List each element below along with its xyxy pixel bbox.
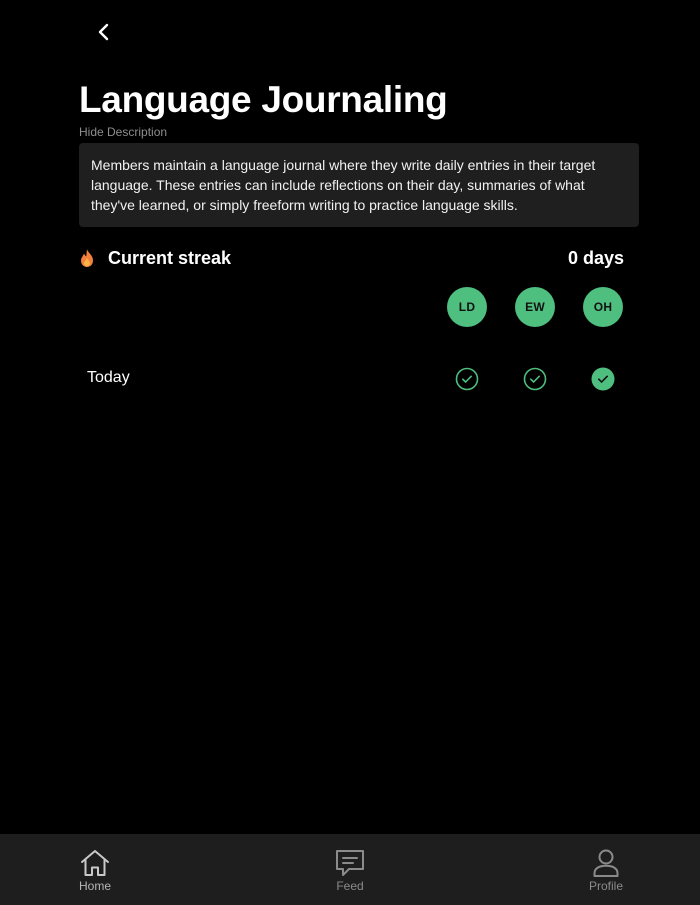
nav-label-home: Home <box>78 879 111 893</box>
page-title: Language Journaling <box>79 79 448 120</box>
streak-label-group: Current streak <box>79 246 231 270</box>
page: Language Journaling Hide Description Mem… <box>0 0 700 905</box>
day-label-today: Today <box>87 369 130 386</box>
check-outline-icon[interactable] <box>455 367 479 391</box>
back-button[interactable] <box>88 16 120 48</box>
check-outline-icon[interactable] <box>523 367 547 391</box>
nav-label-profile: Profile <box>588 879 623 893</box>
avatar-member-2[interactable]: EW <box>515 287 555 327</box>
streak-label: Current streak <box>108 247 232 268</box>
bottom-nav: Home Feed Profile <box>0 834 700 905</box>
nav-item-profile[interactable]: Profile <box>566 848 646 893</box>
avatar-member-1[interactable]: LD <box>447 287 487 327</box>
chat-icon <box>336 850 364 876</box>
home-icon <box>81 850 109 876</box>
check-filled-icon[interactable] <box>591 367 615 391</box>
nav-item-home[interactable]: Home <box>55 848 135 893</box>
flame-icon <box>79 246 101 270</box>
hide-description-toggle[interactable]: Hide Description <box>79 125 167 139</box>
streak-row: Current streak 0 days <box>79 244 624 272</box>
nav-item-feed[interactable]: Feed <box>310 848 390 893</box>
description-box: Members maintain a language journal wher… <box>79 143 639 227</box>
chevron-left-icon <box>98 23 109 41</box>
nav-label-feed: Feed <box>336 879 364 893</box>
user-icon <box>593 849 619 877</box>
avatar-member-3[interactable]: OH <box>583 287 623 327</box>
streak-value: 0 days <box>567 247 624 268</box>
